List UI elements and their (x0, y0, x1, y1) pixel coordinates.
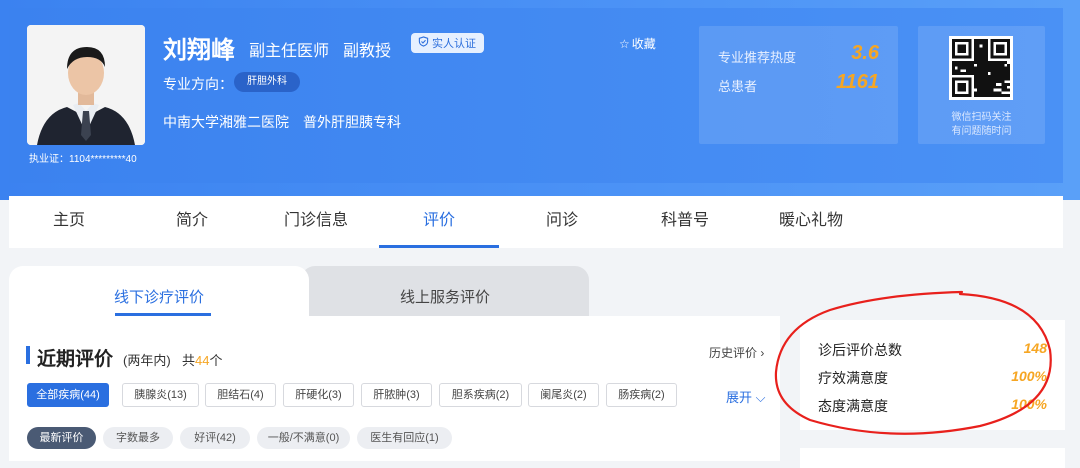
total-count: 44 (195, 353, 210, 368)
tab-intro[interactable]: 简介 (156, 196, 228, 248)
total-suffix: 个 (209, 353, 223, 368)
filter-gallstones[interactable]: 胆结石(4) (205, 383, 276, 407)
review-total: 共44个 (182, 350, 223, 369)
verified-badge: 实人认证 (411, 33, 484, 53)
side-panel-lower (800, 448, 1065, 468)
tab-reviews[interactable]: 评价 (379, 196, 499, 248)
review-type-tabs: 线上服务评价 线下诊疗评价 (9, 266, 789, 318)
tab-offline-label: 线下诊疗评价 (113, 289, 204, 306)
chevron-down-icon: ⌵ (755, 390, 766, 405)
attitude-satisfaction-label: 态度满意度 (818, 398, 888, 414)
qr-code (949, 36, 1013, 100)
total-reviews-value: 148 (1023, 340, 1047, 356)
sort-doctor-replied[interactable]: 医生有回应(1) (357, 427, 452, 449)
patients-value: 1161 (835, 71, 879, 93)
filter-all[interactable]: 全部疾病(44) (27, 383, 109, 407)
filter-pancreatitis[interactable]: 胰腺炎(13) (122, 383, 199, 407)
filter-cirrhosis[interactable]: 肝硬化(3) (283, 383, 354, 407)
license-number: 执业证：1104*********40 (29, 154, 137, 165)
satisfaction-panel: 诊后评价总数 148 疗效满意度 100% 态度满意度 100% (800, 320, 1065, 430)
expand-filters-button[interactable]: 展开 ⌵ (726, 387, 766, 406)
section-accent-bar (26, 346, 30, 364)
section-title: 近期评价 (37, 349, 114, 370)
doctor-photo (27, 25, 145, 145)
recommend-value: 3.6 (851, 42, 879, 64)
department-name[interactable]: 普外肝胆胰专科 (303, 112, 401, 132)
tab-clinic-info[interactable]: 门诊信息 (271, 196, 361, 248)
total-prefix: 共 (182, 353, 196, 368)
tab-gifts[interactable]: 暖心礼物 (766, 196, 856, 248)
main-nav: 主页 简介 门诊信息 评价 问诊 科普号 暖心礼物 (9, 196, 1063, 248)
qr-caption-2: 有问题随时问 (951, 126, 1012, 137)
specialty-tag[interactable]: 肝胆外科 (234, 72, 300, 92)
specialty-label: 专业方向： (163, 76, 233, 92)
hospital-name[interactable]: 中南大学湘雅二医院 (163, 112, 289, 132)
recommend-label: 专业推荐热度 (718, 50, 797, 65)
filter-liver-abscess[interactable]: 肝脓肿(3) (361, 383, 432, 407)
history-label: 历史评价 (709, 346, 758, 360)
shield-check-icon (418, 36, 429, 50)
chevron-right-icon: › (760, 346, 765, 360)
filter-appendicitis[interactable]: 阑尾炎(2) (528, 383, 599, 407)
star-outline-icon: ☆ (619, 36, 630, 51)
favorite-button[interactable]: ☆ 收藏 (619, 35, 656, 52)
tab-home[interactable]: 主页 (33, 196, 105, 248)
qr-caption-1: 微信扫码关注 (951, 112, 1012, 123)
tab-offline-reviews[interactable]: 线下诊疗评价 (9, 266, 309, 318)
sort-latest[interactable]: 最新评价 (27, 427, 96, 449)
history-reviews-link[interactable]: 历史评价 › (709, 344, 764, 361)
patients-label: 总患者 (718, 79, 758, 94)
sort-negative[interactable]: 一般/不满意(0) (257, 427, 350, 449)
sort-longest[interactable]: 字数最多 (103, 427, 173, 449)
filter-biliary[interactable]: 胆系疾病(2) (439, 383, 522, 407)
tab-consult[interactable]: 问诊 (526, 196, 598, 248)
sort-positive[interactable]: 好评(42) (180, 427, 250, 449)
effect-satisfaction-value: 100% (1011, 368, 1047, 384)
total-reviews-label: 诊后评价总数 (818, 342, 902, 358)
favorite-label: 收藏 (631, 37, 656, 51)
academic-title: 副教授 (343, 43, 392, 60)
tab-online-label: 线上服务评价 (399, 289, 490, 306)
verified-label: 实人认证 (432, 38, 476, 50)
stats-panel: 专业推荐热度 3.6 总患者 1161 (699, 26, 898, 144)
qr-panel: 微信扫码关注 有问题随时问 (918, 26, 1045, 144)
reviews-section: 近期评价 (两年内) 共44个 历史评价 › 全部疾病(44) 胰腺炎(13) … (9, 316, 780, 461)
effect-satisfaction-label: 疗效满意度 (818, 370, 888, 386)
section-subtitle: (两年内) (123, 353, 171, 368)
filter-intestinal[interactable]: 肠疾病(2) (606, 383, 677, 407)
tab-online-reviews[interactable]: 线上服务评价 (301, 266, 589, 318)
attitude-satisfaction-value: 100% (1011, 396, 1047, 412)
doctor-name: 刘翔峰 (163, 37, 235, 64)
doctor-title: 副主任医师 (249, 43, 330, 60)
tab-science[interactable]: 科普号 (649, 196, 721, 248)
expand-label: 展开 (726, 390, 753, 405)
